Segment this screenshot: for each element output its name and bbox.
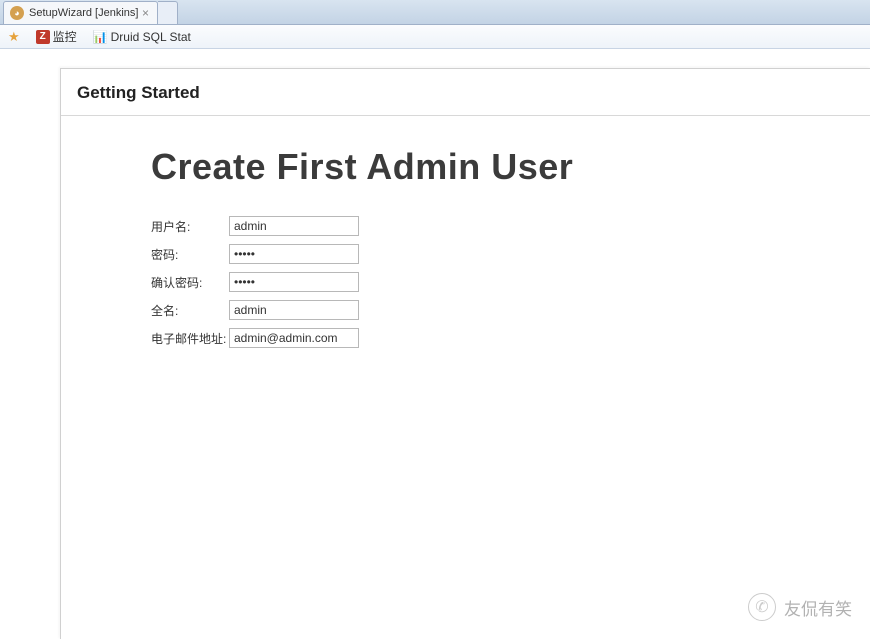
- password-label: 密码:: [151, 246, 229, 263]
- email-input[interactable]: [229, 328, 359, 348]
- new-tab-button[interactable]: [158, 1, 178, 24]
- username-label: 用户名:: [151, 218, 229, 235]
- chart-icon: 📊: [93, 30, 108, 44]
- bookmark-favorites[interactable]: ★: [4, 27, 24, 47]
- form-row-email: 电子邮件地址:: [151, 328, 870, 348]
- watermark: ✆ 友侃有笑: [748, 593, 852, 621]
- z-icon: Z: [36, 30, 50, 44]
- password-input[interactable]: [229, 244, 359, 264]
- email-label: 电子邮件地址:: [151, 330, 229, 347]
- wechat-icon: ✆: [748, 593, 776, 621]
- form-row-password: 密码:: [151, 244, 870, 264]
- watermark-text: 友侃有笑: [784, 595, 852, 620]
- bookmark-monitor[interactable]: Z 监控: [32, 26, 81, 47]
- jenkins-favicon-icon: ◕: [10, 6, 24, 20]
- fullname-label: 全名:: [151, 302, 229, 319]
- form-row-fullname: 全名:: [151, 300, 870, 320]
- bookmark-druid[interactable]: 📊 Druid SQL Stat: [89, 28, 195, 46]
- getting-started-heading: Getting Started: [77, 83, 854, 103]
- form-row-confirm: 确认密码:: [151, 272, 870, 292]
- setup-header: Getting Started: [61, 69, 870, 116]
- bookmark-label: 监控: [53, 28, 77, 45]
- page-title: Create First Admin User: [151, 146, 870, 188]
- form-row-username: 用户名:: [151, 216, 870, 236]
- username-input[interactable]: [229, 216, 359, 236]
- browser-tab[interactable]: ◕ SetupWizard [Jenkins] ×: [3, 1, 158, 24]
- bookmarks-bar: ★ Z 监控 📊 Druid SQL Stat: [0, 25, 870, 49]
- star-icon: ★: [8, 29, 20, 45]
- tab-close-icon[interactable]: ×: [140, 6, 151, 20]
- tab-title: SetupWizard [Jenkins]: [29, 7, 138, 19]
- setup-body: Create First Admin User 用户名: 密码: 确认密码: 全…: [61, 116, 870, 348]
- setup-wizard-frame: Getting Started Create First Admin User …: [60, 68, 870, 639]
- confirm-password-input[interactable]: [229, 272, 359, 292]
- confirm-password-label: 确认密码:: [151, 274, 229, 291]
- browser-tab-bar: ◕ SetupWizard [Jenkins] ×: [0, 0, 870, 25]
- bookmark-label: Druid SQL Stat: [111, 30, 191, 44]
- fullname-input[interactable]: [229, 300, 359, 320]
